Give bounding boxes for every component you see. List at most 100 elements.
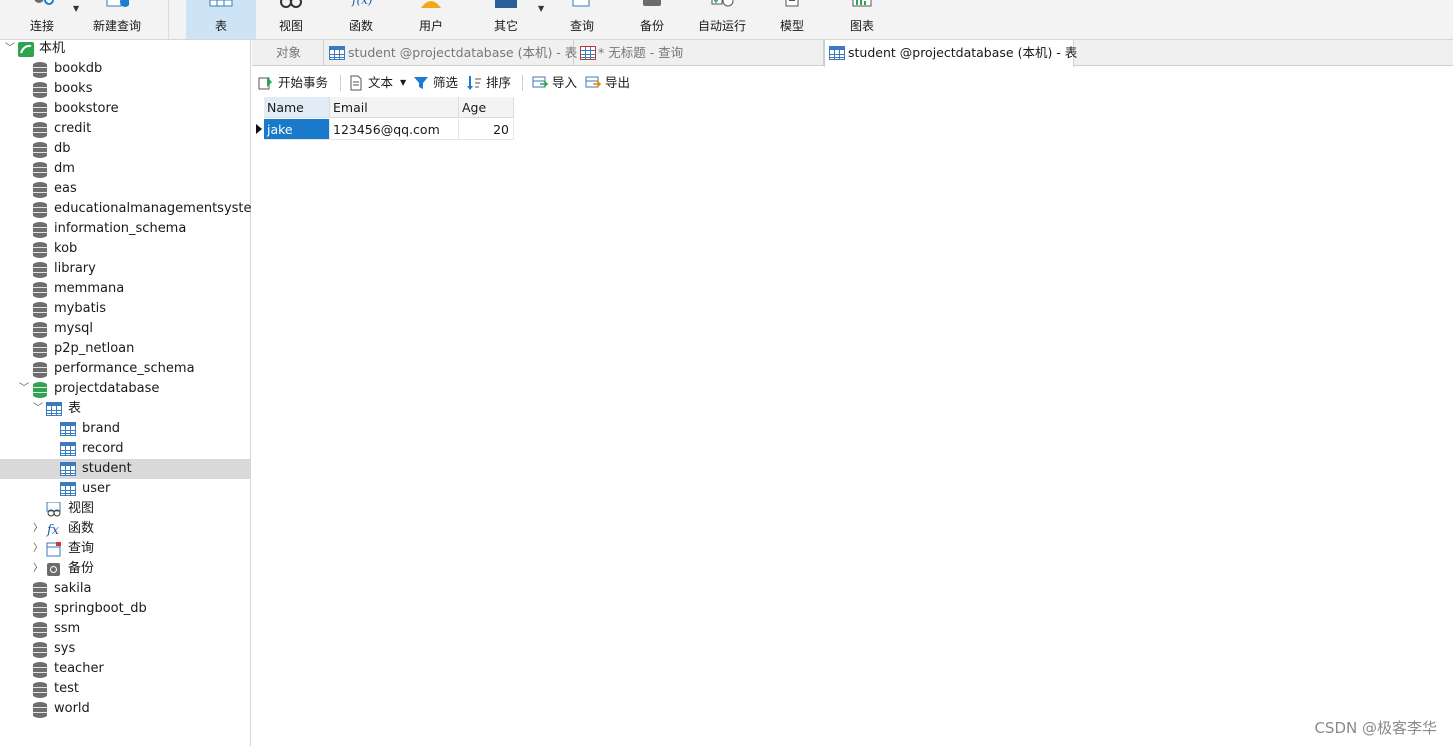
tree-db-information_schema[interactable]: information_schema — [0, 219, 250, 239]
user-button[interactable]: 用户 — [400, 0, 462, 39]
backup-button[interactable]: 备份 — [620, 0, 684, 39]
database-icon — [33, 582, 47, 598]
tab-objects[interactable]: 对象 — [252, 40, 324, 66]
tree-table-user[interactable]: user — [0, 479, 250, 499]
tree-db-test[interactable]: test — [0, 679, 250, 699]
chart-button[interactable]: 图表 — [830, 0, 894, 39]
tree-db-sys[interactable]: sys — [0, 639, 250, 659]
tree-db-library[interactable]: library — [0, 259, 250, 279]
connection-button[interactable]: 连接 — [14, 0, 70, 39]
tables-folder-icon — [46, 402, 62, 416]
backup-label: 备份 — [639, 19, 664, 33]
table-icon — [829, 46, 845, 60]
other-button[interactable]: 其它 — [474, 0, 538, 39]
tree-item-label: projectdatabase — [54, 381, 160, 396]
tree-db-bookdb[interactable]: bookdb — [0, 59, 250, 79]
other-icon — [495, 0, 517, 8]
database-icon — [33, 282, 47, 298]
model-icon — [785, 0, 799, 7]
chevron-down-icon[interactable]: ﹀ — [4, 39, 16, 59]
database-icon — [33, 342, 47, 358]
tree-db-teacher[interactable]: teacher — [0, 659, 250, 679]
tree-db-sakila[interactable]: sakila — [0, 579, 250, 599]
export-button[interactable]: 导出 — [585, 72, 633, 94]
import-icon — [532, 76, 548, 88]
chevron-right-icon[interactable]: 〉 — [32, 519, 44, 539]
tree-item-label: dm — [54, 161, 75, 176]
tree-item-label: performance_schema — [54, 361, 195, 376]
cell-email[interactable]: 123456@qq.com — [330, 119, 459, 140]
chevron-down-icon[interactable]: ▼ — [538, 4, 544, 13]
tree-db-world[interactable]: world — [0, 699, 250, 719]
view-icon — [46, 501, 61, 517]
database-icon — [33, 242, 47, 258]
tree-folder-tables[interactable]: ﹀ 表 — [0, 399, 250, 419]
import-button[interactable]: 导入 — [532, 72, 580, 94]
tree-table-student[interactable]: student — [0, 459, 250, 479]
tree-db-ssm[interactable]: ssm — [0, 619, 250, 639]
chevron-down-icon[interactable]: ﹀ — [32, 399, 44, 419]
tree-db-mybatis[interactable]: mybatis — [0, 299, 250, 319]
database-icon — [33, 82, 47, 98]
tab-student-table-active[interactable]: student @projectdatabase (本机) - 表 — [824, 40, 1077, 67]
model-button[interactable]: 模型 — [760, 0, 824, 39]
tree-db-p2p_netloan[interactable]: p2p_netloan — [0, 339, 250, 359]
table-icon — [60, 482, 76, 496]
import-label: 导入 — [552, 75, 578, 90]
text-button[interactable]: 文本 ▼ — [348, 72, 410, 94]
chevron-right-icon[interactable]: 〉 — [32, 559, 44, 579]
sort-button[interactable]: 排序 — [466, 72, 514, 94]
view-button[interactable]: 视图 — [260, 0, 322, 39]
tree-db-performance_schema[interactable]: performance_schema — [0, 359, 250, 379]
begin-transaction-button[interactable]: 开始事务 — [258, 72, 336, 94]
cell-age[interactable]: 20 — [459, 119, 514, 140]
tree-db-memmana[interactable]: memmana — [0, 279, 250, 299]
chevron-right-icon[interactable]: 〉 — [32, 539, 44, 559]
tree-db-eas[interactable]: eas — [0, 179, 250, 199]
auto-run-button[interactable]: 自动运行 — [690, 0, 754, 39]
tree-db-mysql[interactable]: mysql — [0, 319, 250, 339]
database-icon — [33, 222, 47, 238]
tree-root-local[interactable]: ﹀ 本机 — [0, 39, 250, 59]
tab-untitled-query[interactable]: * 无标题 - 查询 — [574, 40, 824, 66]
table-icon — [60, 422, 76, 436]
view-icon — [280, 0, 302, 8]
table-button[interactable]: 表 — [186, 0, 256, 39]
column-header-email[interactable]: Email — [330, 97, 459, 118]
tree-table-record[interactable]: record — [0, 439, 250, 459]
tree-db-db[interactable]: db — [0, 139, 250, 159]
query-icon — [580, 46, 596, 60]
tree-db-bookstore[interactable]: bookstore — [0, 99, 250, 119]
chart-icon — [852, 0, 872, 7]
tree-folder-query[interactable]: 〉 查询 — [0, 539, 250, 559]
chevron-down-icon[interactable]: ▼ — [73, 4, 79, 13]
connection-label: 连接 — [29, 19, 54, 33]
tree-folder-backup[interactable]: 〉 备份 — [0, 559, 250, 579]
new-query-button[interactable]: 新建查询 — [86, 0, 148, 39]
tree-item-label: 查询 — [68, 541, 95, 556]
tree-db-educationalmanagementsystem[interactable]: educationalmanagementsystem — [0, 199, 264, 219]
query-button[interactable]: 查询 — [550, 0, 614, 39]
column-header-age[interactable]: Age — [459, 97, 514, 118]
tree-item-label: 备份 — [68, 561, 95, 576]
function-button[interactable]: f(x) 函数 — [330, 0, 392, 39]
tree-db-kob[interactable]: kob — [0, 239, 250, 259]
navigation-tree: ﹀ 本机 bookdb books bookstore credit db dm eas educ… — [0, 39, 264, 746]
tree-folder-func[interactable]: 〉 fx 函数 — [0, 519, 250, 539]
tree-db-credit[interactable]: credit — [0, 119, 250, 139]
tree-db-dm[interactable]: dm — [0, 159, 250, 179]
toolbar-divider — [168, 0, 169, 39]
tab-student-table[interactable]: student @projectdatabase (本机) - 表 — [324, 40, 577, 66]
tree-table-brand[interactable]: brand — [0, 419, 250, 439]
filter-button[interactable]: 筛选 — [413, 72, 461, 94]
column-header-name[interactable]: Name — [264, 97, 330, 118]
cell-name[interactable]: jake — [264, 119, 330, 140]
chevron-down-icon[interactable]: ﹀ — [18, 379, 30, 399]
tree-db-books[interactable]: books — [0, 79, 250, 99]
tree-db-springboot_db[interactable]: springboot_db — [0, 599, 250, 619]
export-icon — [585, 76, 601, 88]
tree-folder-view[interactable]: 视图 — [0, 499, 250, 519]
sort-icon — [467, 76, 481, 90]
backup-icon — [643, 0, 661, 6]
tree-db-projectdatabase[interactable]: ﹀ projectdatabase — [0, 379, 250, 399]
